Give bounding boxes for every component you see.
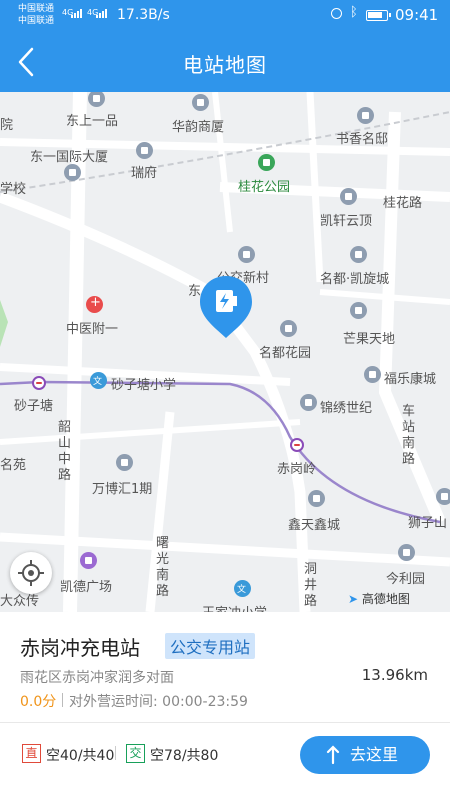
map-label: 锦绣世纪	[320, 401, 373, 416]
building-icon	[357, 107, 374, 124]
map-label: 瑞府	[131, 166, 158, 181]
page-title: 电站地图	[183, 53, 267, 77]
signal-1-icon	[71, 9, 82, 18]
station-info-panel: 赤岗冲充电站 公交专用站 雨花区赤岗冲家润多对面 13.96km 0.0分 对外…	[0, 612, 450, 800]
map-label: 凯轩云顶	[320, 214, 373, 229]
building-icon	[64, 164, 81, 181]
carrier-info: 中国联通 中国联通	[18, 3, 54, 27]
signal-2-icon	[96, 9, 107, 18]
bluetooth-icon: ᛒ	[350, 5, 358, 20]
panel-divider	[0, 722, 450, 723]
divider	[115, 746, 116, 760]
building-icon	[300, 394, 317, 411]
map-label: 名都花园	[259, 346, 312, 361]
hospital-icon	[86, 295, 103, 313]
network-speed: 17.3B/s	[117, 7, 170, 23]
map-label: 万博汇1期	[92, 482, 153, 497]
building-icon	[398, 544, 415, 561]
station-address: 雨花区赤岗冲家润多对面	[20, 670, 174, 686]
building-icon	[436, 488, 450, 505]
map-label: 鑫天鑫城	[288, 518, 341, 533]
map-label: 华韵商厦	[172, 120, 225, 135]
charging-station-pin-icon	[200, 276, 252, 338]
map-label: 砂子塘小学	[111, 378, 177, 393]
app-header: 电站地图	[0, 32, 450, 92]
status-time: 09:41	[395, 6, 439, 24]
arrow-up-icon	[326, 736, 340, 788]
map-label: 今利园	[386, 572, 426, 587]
map-label: 车站南路	[402, 404, 416, 467]
dc-charger-count: 空40/共40	[46, 748, 115, 764]
ac-charger-badge: 交	[126, 744, 145, 763]
ac-charger-count: 空78/共80	[150, 748, 219, 764]
station-name: 赤岗冲充电站	[20, 636, 140, 660]
carrier-2: 中国联通	[18, 16, 55, 26]
station-score: 0.0分	[20, 694, 57, 710]
park-icon	[258, 154, 275, 171]
station-distance: 13.96km	[361, 666, 428, 684]
map-label: 凯德广场	[60, 580, 113, 595]
map-label: 桂花公园	[238, 180, 291, 195]
map-label: 院	[0, 118, 14, 133]
map-provider-name: 高德地图	[361, 592, 410, 606]
school-icon	[234, 580, 251, 597]
locate-me-button[interactable]	[10, 552, 52, 594]
map-label: 曙光南路	[156, 536, 170, 599]
map-label: 名苑	[0, 458, 27, 473]
alarm-icon	[331, 8, 342, 19]
mall-icon	[80, 552, 97, 569]
map-label: 砂子塘	[14, 399, 54, 414]
status-bar: 中国联通 中国联通 4G 4G 17.3B/s ᛒ 09:41	[0, 0, 450, 32]
building-icon	[364, 366, 381, 383]
map-label: 中医附一	[66, 322, 119, 337]
map-label: 东一国际大厦	[30, 150, 109, 165]
building-icon	[340, 188, 357, 205]
map-label: 洞井路	[304, 562, 318, 609]
battery-icon	[366, 10, 391, 21]
station-type-badge: 公交专用站	[165, 633, 256, 659]
map-label: 福乐康城	[384, 372, 437, 387]
building-icon	[192, 94, 209, 111]
map-label: 王家冲小学	[202, 602, 267, 612]
navigate-button[interactable]: 去这里	[300, 736, 430, 774]
school-icon	[90, 372, 107, 389]
building-icon	[350, 302, 367, 319]
building-icon	[238, 246, 255, 263]
map-provider-logo: ➤ 高德地图	[348, 590, 410, 607]
map-label: 书香名邸	[336, 132, 389, 147]
building-icon	[116, 454, 133, 471]
navigate-label: 去这里	[350, 745, 399, 764]
station-marker[interactable]	[198, 274, 254, 344]
map-label: 狮子山	[408, 516, 448, 531]
map-label: 东上一品	[66, 114, 119, 129]
building-icon	[308, 490, 325, 507]
map-view[interactable]: 院 东上一品 华韵商厦 书香名邸 东一国际大厦 瑞府 学校 桂花公园 桂花路 凯…	[0, 92, 450, 612]
map-label: 赤岗岭	[277, 462, 317, 477]
building-icon	[136, 142, 153, 159]
map-label: 学校	[0, 182, 27, 197]
map-label: 名都·凯旋城	[320, 272, 390, 287]
building-icon	[280, 320, 297, 337]
divider	[62, 693, 63, 707]
map-label: 桂花路	[383, 196, 423, 211]
carrier-1: 中国联通	[18, 4, 55, 14]
metro-station-icon	[32, 376, 46, 390]
map-label: 韶山中路	[58, 420, 72, 483]
map-label: 芒果天地	[343, 332, 396, 347]
metro-station-icon	[290, 438, 304, 452]
station-hours: 对外营运时间: 00:00-23:59	[69, 694, 248, 710]
building-icon	[350, 246, 367, 263]
locate-icon	[18, 560, 44, 586]
dc-charger-badge: 直	[22, 744, 41, 763]
gaode-logo-icon: ➤	[348, 592, 359, 606]
